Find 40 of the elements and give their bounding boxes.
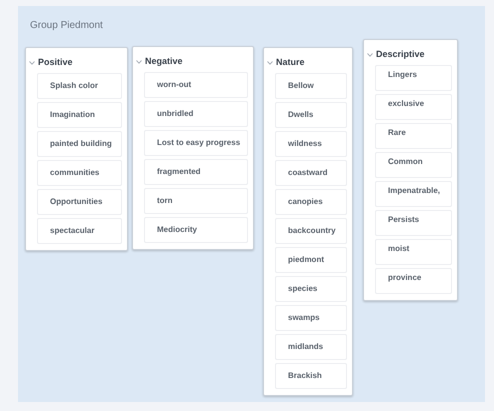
column-title: Nature [276, 57, 305, 68]
word-card[interactable]: Impenatrable, [375, 181, 452, 207]
word-card[interactable]: wildness [275, 131, 347, 157]
column-title: Positive [38, 57, 73, 68]
word-card[interactable]: species [275, 276, 347, 302]
word-card[interactable]: Brackish [275, 363, 347, 389]
column-title: Descriptive [376, 49, 425, 60]
word-card[interactable]: canopies [275, 189, 347, 215]
word-card[interactable]: coastward [275, 160, 347, 186]
word-card[interactable]: Lingers [375, 65, 452, 91]
word-card[interactable]: torn [144, 188, 248, 214]
chevron-down-icon [29, 60, 35, 64]
word-card[interactable]: moist [375, 239, 452, 265]
word-card[interactable]: midlands [275, 334, 347, 360]
word-card[interactable]: Persists [375, 210, 452, 236]
word-card[interactable]: Splash color [37, 73, 122, 99]
word-card[interactable]: province [375, 268, 452, 294]
column-title: Negative [145, 56, 183, 67]
group-title: Group Piedmont [29, 19, 104, 32]
word-card[interactable]: communities [37, 160, 122, 186]
word-card[interactable]: Mediocrity [144, 217, 248, 243]
word-card[interactable]: piedmont [275, 247, 347, 273]
word-card[interactable]: backcountry [275, 218, 347, 244]
word-card[interactable]: swamps [275, 305, 347, 331]
word-card[interactable]: Bellow [275, 73, 347, 99]
chevron-down-icon [267, 60, 273, 64]
word-card[interactable]: Rare [375, 123, 452, 149]
word-card[interactable]: Lost to easy progress [144, 130, 248, 156]
word-card[interactable]: painted building [37, 131, 122, 157]
chevron-down-icon [136, 60, 142, 64]
word-card[interactable]: spectacular [37, 218, 122, 244]
word-card[interactable]: fragmented [144, 159, 248, 185]
word-card[interactable]: worn-out [144, 72, 248, 98]
word-card[interactable]: Dwells [275, 102, 347, 128]
word-card[interactable]: Common [375, 152, 452, 178]
word-card[interactable]: unbridled [144, 101, 248, 127]
word-card[interactable]: Imagination [37, 102, 122, 128]
word-card[interactable]: exclusive [375, 94, 452, 120]
word-card[interactable]: Opportunities [37, 189, 122, 215]
chevron-down-icon [367, 52, 373, 56]
